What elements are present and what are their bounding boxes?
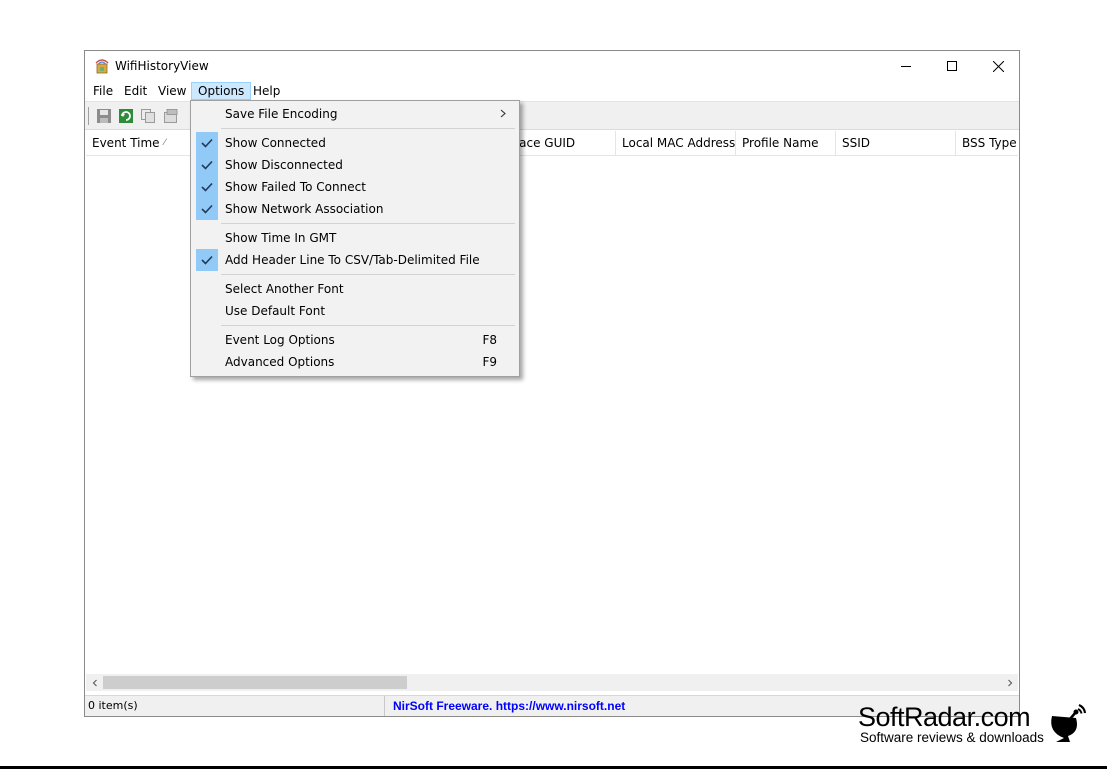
- horizontal-scrollbar[interactable]: [86, 674, 1018, 691]
- menu-separator: [221, 223, 515, 224]
- menu-view[interactable]: View: [152, 82, 192, 100]
- menu-item-show-network-association[interactable]: Show Network Association: [193, 198, 517, 220]
- satellite-dish-icon: [1046, 702, 1088, 744]
- menu-item-select-another-font[interactable]: Select Another Font: [193, 278, 517, 300]
- menu-file[interactable]: File: [87, 82, 119, 100]
- menu-options[interactable]: Options: [191, 82, 252, 100]
- close-icon: [992, 60, 1004, 72]
- menu-item-save-file-encoding[interactable]: Save File Encoding: [193, 103, 517, 125]
- softradar-watermark: SoftRadar.com Software reviews & downloa…: [858, 702, 1088, 747]
- scroll-left-button[interactable]: [86, 674, 103, 691]
- column-ssid[interactable]: SSID: [836, 131, 956, 155]
- copy-icon[interactable]: [140, 108, 156, 124]
- app-icon: [94, 58, 110, 74]
- scroll-right-button[interactable]: [1001, 674, 1018, 691]
- chevron-left-icon: [92, 679, 97, 686]
- options-dropdown-menu: Save File Encoding Show Connected Show D…: [190, 100, 520, 377]
- column-local-mac-address[interactable]: Local MAC Address: [616, 131, 736, 155]
- column-interface-guid[interactable]: rface GUID: [504, 131, 616, 155]
- watermark-tagline: Software reviews & downloads: [860, 730, 1044, 745]
- menu-item-show-failed-to-connect[interactable]: Show Failed To Connect: [193, 176, 517, 198]
- checkmark-icon: [196, 154, 218, 176]
- menu-separator: [221, 128, 515, 129]
- properties-icon[interactable]: [163, 108, 179, 124]
- menu-item-use-default-font[interactable]: Use Default Font: [193, 300, 517, 322]
- menu-separator: [221, 274, 515, 275]
- checkmark-icon: [196, 132, 218, 154]
- save-icon[interactable]: [96, 108, 112, 124]
- item-count: 0 item(s): [85, 696, 385, 716]
- window-title: WifiHistoryView: [115, 59, 209, 73]
- maximize-icon: [947, 61, 957, 71]
- menu-item-show-connected[interactable]: Show Connected: [193, 132, 517, 154]
- menu-bar: File Edit View Options Help: [85, 81, 1019, 101]
- chevron-right-icon: [1007, 679, 1012, 686]
- title-bar[interactable]: WifiHistoryView: [85, 51, 1019, 81]
- scrollbar-thumb[interactable]: [103, 676, 407, 689]
- column-profile-name[interactable]: Profile Name: [736, 131, 836, 155]
- menu-item-event-log-options[interactable]: Event Log Options F8: [193, 329, 517, 351]
- maximize-button[interactable]: [929, 51, 975, 81]
- shortcut-label: F9: [482, 355, 497, 369]
- column-bss-type[interactable]: BSS Type: [956, 131, 1018, 155]
- submenu-arrow-icon: [499, 103, 507, 125]
- menu-item-show-disconnected[interactable]: Show Disconnected: [193, 154, 517, 176]
- menu-item-show-time-in-gmt[interactable]: Show Time In GMT: [193, 227, 517, 249]
- menu-item-add-header-line[interactable]: Add Header Line To CSV/Tab-Delimited Fil…: [193, 249, 517, 271]
- refresh-icon[interactable]: [118, 108, 134, 124]
- menu-edit[interactable]: Edit: [118, 82, 153, 100]
- checkmark-icon: [196, 176, 218, 198]
- menu-item-advanced-options[interactable]: Advanced Options F9: [193, 351, 517, 373]
- shortcut-label: F8: [482, 333, 497, 347]
- checkmark-icon: [196, 249, 218, 271]
- watermark-name: SoftRadar.com: [858, 702, 1031, 732]
- close-button[interactable]: [975, 51, 1021, 81]
- minimize-icon: [901, 66, 911, 67]
- menu-separator: [221, 325, 515, 326]
- toolbar-grip: [88, 107, 89, 125]
- minimize-button[interactable]: [883, 51, 929, 81]
- sort-ascending-icon: ⁄: [164, 138, 166, 148]
- checkmark-icon: [196, 198, 218, 220]
- menu-help[interactable]: Help: [247, 82, 286, 100]
